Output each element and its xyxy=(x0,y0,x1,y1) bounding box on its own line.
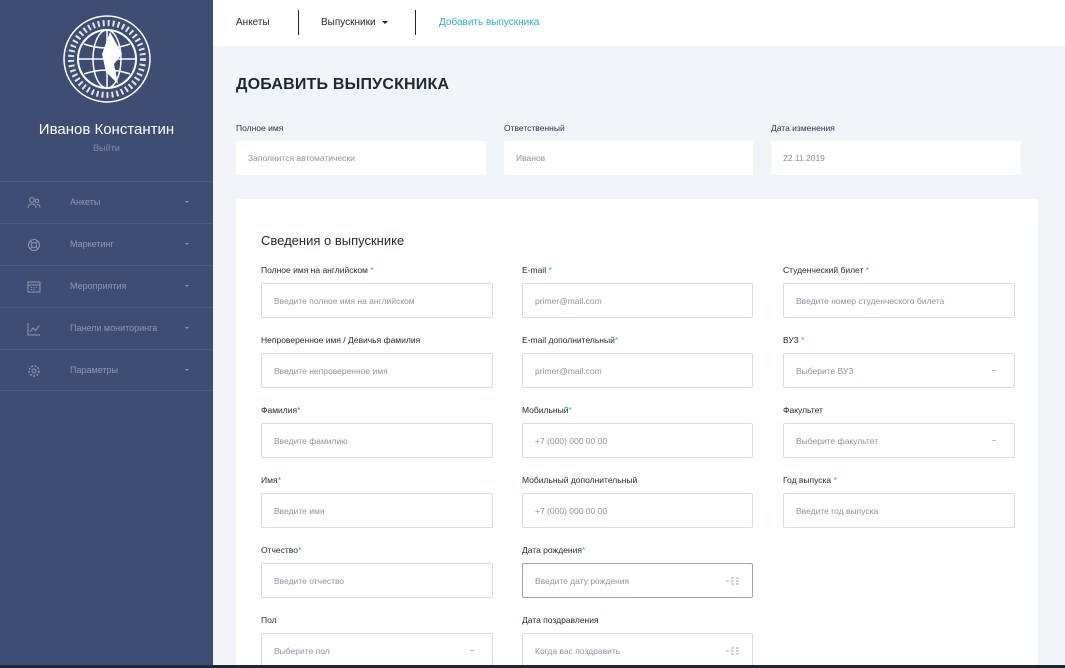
gear-icon xyxy=(28,365,40,377)
student-card-label: Студенческий билет * xyxy=(783,265,870,275)
chevron-down-icon xyxy=(381,20,388,24)
mobile-extra-label: Мобильный дополнительный xyxy=(522,475,638,485)
patronymic-input[interactable]: Введите отчество xyxy=(261,563,493,598)
sidebar-nav: Анкеты Маркетинг Мероприятия Панели мони… xyxy=(0,181,213,391)
section-title: Сведения о выпускнике xyxy=(261,233,405,248)
sidebar-item-label: Маркетинг xyxy=(70,239,114,249)
topbar-add-graduate-link[interactable]: Добавить выпускника xyxy=(439,17,539,28)
grad-year-label: Год выпуска * xyxy=(783,475,837,485)
calendar-icon xyxy=(27,281,41,293)
lifebuoy-icon xyxy=(28,239,40,251)
faculty-select-value: Выберите факультет xyxy=(796,436,879,446)
first-name-label: Имя* xyxy=(261,475,281,485)
full-name-field: Заполнится автоматически xyxy=(236,141,486,175)
chevron-down-icon xyxy=(185,201,189,203)
chevron-down-icon xyxy=(185,327,189,329)
birth-date-input[interactable]: Введите дату рождения xyxy=(522,563,753,598)
unverified-name-label: Непроверенное имя / Девичья фамилия xyxy=(261,335,421,345)
patronymic-label: Отчество* xyxy=(261,545,302,555)
sidebar-item-label: Панели мониторинга xyxy=(70,323,158,333)
sidebar-item-events[interactable]: Мероприятия xyxy=(0,265,213,307)
chevron-down-icon xyxy=(185,285,189,287)
topbar-forms-link[interactable]: Анкеты xyxy=(236,17,270,28)
mobile-extra-input[interactable]: +7 (000) 000 00 00 xyxy=(522,493,753,528)
birth-date-label: Дата рождения* xyxy=(522,545,586,555)
grad-year-input[interactable]: Введите год выпуска xyxy=(783,493,1015,528)
calendar-icon[interactable] xyxy=(726,576,740,585)
topbar-graduates-dropdown[interactable]: Выпускники xyxy=(321,17,388,28)
congrats-date-input[interactable]: Когда вас поздравить xyxy=(522,633,753,668)
users-icon xyxy=(27,197,41,209)
sidebar: Иванов Константин Выйти Анкеты Маркетинг xyxy=(0,0,213,668)
birth-date-placeholder: Введите дату рождения xyxy=(535,576,630,586)
top-bar: Анкеты Выпускники Добавить выпускника xyxy=(213,0,1065,46)
logout-link[interactable]: Выйти xyxy=(0,143,213,153)
sidebar-item-dashboards[interactable]: Панели мониторинга xyxy=(0,307,213,349)
name-en-label: Полное имя на английском * xyxy=(261,265,374,275)
responsible-label: Ответственный xyxy=(504,123,565,133)
chart-icon xyxy=(27,323,40,336)
sidebar-item-settings[interactable]: Параметры xyxy=(0,349,213,391)
full-name-label: Полное имя xyxy=(236,123,284,133)
congrats-date-label: Дата поздравления xyxy=(522,615,599,625)
gender-select-value: Выберите пол xyxy=(274,646,330,656)
email-extra-label: E-mail дополнительный* xyxy=(522,335,619,345)
email-label: E-mail * xyxy=(522,265,552,275)
chevron-down-icon xyxy=(992,440,996,441)
divider xyxy=(298,10,299,35)
logo-icon xyxy=(63,15,151,103)
chevron-down-icon xyxy=(470,650,474,651)
responsible-field: Иванов xyxy=(504,141,753,175)
user-name: Иванов Константин xyxy=(38,121,175,138)
student-card-input[interactable]: Введите номер студенческого билета xyxy=(783,283,1015,318)
email-input[interactable]: primer@mail.com xyxy=(522,283,753,318)
sidebar-item-forms[interactable]: Анкеты xyxy=(0,181,213,223)
mobile-input[interactable]: +7 (000) 000 00 00 xyxy=(522,423,753,458)
sidebar-item-label: Анкеты xyxy=(70,197,101,207)
surname-input[interactable]: Введите фамилию xyxy=(261,423,493,458)
sidebar-item-label: Мероприятия xyxy=(70,281,127,291)
gender-select[interactable]: Выберите пол xyxy=(261,633,493,668)
sidebar-item-label: Параметры xyxy=(70,365,118,375)
chevron-down-icon xyxy=(992,370,996,371)
modified-date-field: 22.11.2019 xyxy=(771,141,1021,175)
modified-date-label: Дата изменения xyxy=(771,123,835,133)
divider xyxy=(415,10,416,35)
page-title: ДОБАВИТЬ ВЫПУСКНИКА xyxy=(236,76,450,93)
congrats-date-placeholder: Когда вас поздравить xyxy=(535,646,621,656)
gender-label: Пол xyxy=(261,615,277,625)
faculty-label: Факультет xyxy=(783,405,823,415)
university-select[interactable]: Выберите ВУЗ xyxy=(783,353,1015,388)
chevron-down-icon xyxy=(185,369,189,371)
sidebar-item-marketing[interactable]: Маркетинг xyxy=(0,223,213,265)
unverified-name-input[interactable]: Введите непроверенное имя xyxy=(261,353,493,388)
surname-label: Фамилия* xyxy=(261,405,301,415)
chevron-down-icon xyxy=(185,243,189,245)
name-en-input[interactable]: Введите полное имя на английском xyxy=(261,283,493,318)
email-extra-input[interactable]: primer@mail.com xyxy=(522,353,753,388)
first-name-input[interactable]: Введите имя xyxy=(261,493,493,528)
faculty-select[interactable]: Выберите факультет xyxy=(783,423,1015,458)
topbar-graduates-label: Выпускники xyxy=(321,17,376,28)
university-label: ВУЗ * xyxy=(783,335,805,345)
mobile-label: Мобильный* xyxy=(522,405,572,415)
university-select-value: Выберите ВУЗ xyxy=(796,366,854,376)
calendar-icon[interactable] xyxy=(726,646,740,655)
